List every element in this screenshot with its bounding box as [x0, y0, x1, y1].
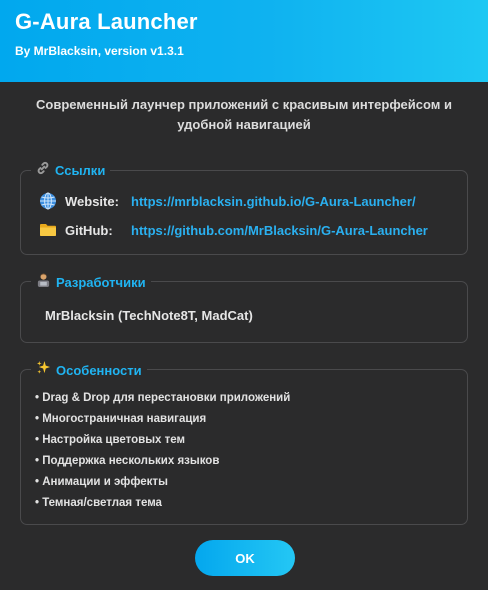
- folder-icon: [38, 221, 58, 239]
- developer-names: MrBlacksin (TechNote8T, MadCat): [45, 308, 253, 323]
- feature-item: • Темная/светлая тема: [35, 497, 162, 509]
- feature-item: • Drag & Drop для перестановки приложени…: [35, 392, 291, 404]
- app-description: Современный лаунчер приложений с красивы…: [36, 97, 452, 132]
- sparkles-icon: [36, 360, 51, 380]
- github-label: GitHub:: [65, 222, 113, 238]
- app-title: G-Aura Launcher: [15, 9, 198, 34]
- dialog-header: G-Aura Launcher By MrBlacksin, version v…: [0, 0, 488, 82]
- developers-legend: Разработчики: [31, 272, 151, 292]
- features-legend-label: Особенности: [56, 363, 142, 378]
- globe-icon: [38, 192, 58, 210]
- features-group: Особенности • Drag & Drop для перестанов…: [20, 360, 468, 525]
- developers-legend-label: Разработчики: [56, 275, 146, 290]
- developer-icon: [36, 272, 51, 292]
- links-group: Ссылки Website: https://mrblacksin.githu…: [20, 161, 468, 255]
- github-link[interactable]: https://github.com/MrBlacksin/G-Aura-Lau…: [131, 223, 428, 238]
- feature-item: • Настройка цветовых тем: [35, 434, 186, 446]
- github-row: GitHub: https://github.com/MrBlacksin/G-…: [38, 220, 428, 240]
- app-subtitle: By MrBlacksin, version v1.3.1: [15, 44, 184, 58]
- links-legend: Ссылки: [31, 161, 111, 180]
- features-list: • Drag & Drop для перестановки приложени…: [35, 388, 290, 514]
- website-label: Website:: [65, 193, 119, 209]
- feature-item: • Анимации и эффекты: [35, 476, 168, 488]
- links-legend-label: Ссылки: [55, 163, 106, 178]
- feature-item: • Поддержка нескольких языков: [35, 455, 220, 467]
- link-icon: [36, 161, 50, 180]
- ok-button[interactable]: OK: [195, 540, 295, 576]
- developers-group: Разработчики MrBlacksin (TechNote8T, Mad…: [20, 272, 468, 343]
- website-row: Website: https://mrblacksin.github.io/G-…: [38, 191, 416, 211]
- website-link[interactable]: https://mrblacksin.github.io/G-Aura-Laun…: [131, 194, 416, 209]
- features-legend: Особенности: [31, 360, 147, 380]
- feature-item: • Многостраничная навигация: [35, 413, 207, 425]
